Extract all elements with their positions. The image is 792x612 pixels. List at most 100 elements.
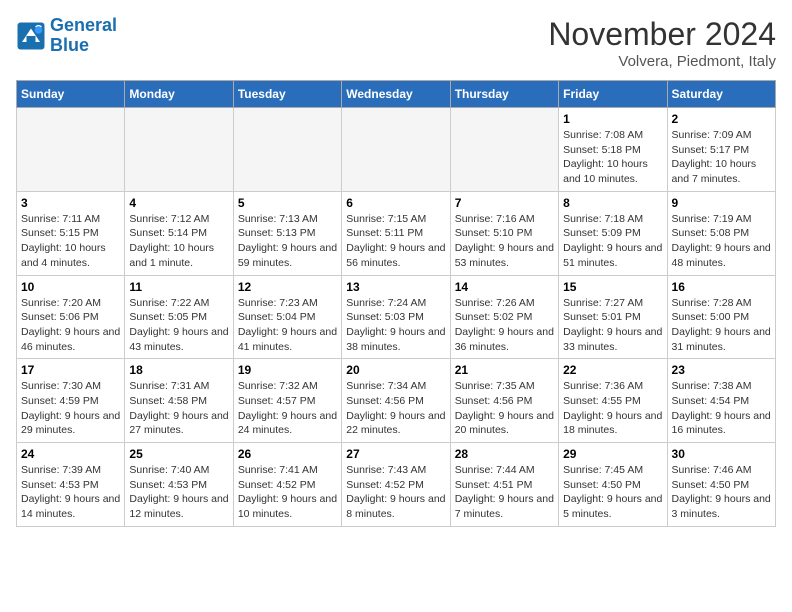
calendar-day-cell: 17 Sunrise: 7:30 AM Sunset: 4:59 PM Dayli… bbox=[17, 359, 125, 443]
day-info: Sunrise: 7:34 AM Sunset: 4:56 PM Dayligh… bbox=[346, 379, 445, 438]
day-number: 21 bbox=[455, 363, 554, 377]
day-info: Sunrise: 7:43 AM Sunset: 4:52 PM Dayligh… bbox=[346, 463, 445, 522]
logo-icon bbox=[16, 21, 46, 51]
day-number: 13 bbox=[346, 280, 445, 294]
weekday-header-row: SundayMondayTuesdayWednesdayThursdayFrid… bbox=[17, 81, 776, 108]
weekday-header-cell: Thursday bbox=[450, 81, 558, 108]
day-number: 4 bbox=[129, 196, 228, 210]
calendar-week-row: 10 Sunrise: 7:20 AM Sunset: 5:06 PM Dayli… bbox=[17, 275, 776, 359]
day-info: Sunrise: 7:32 AM Sunset: 4:57 PM Dayligh… bbox=[238, 379, 337, 438]
calendar-week-row: 3 Sunrise: 7:11 AM Sunset: 5:15 PM Daylig… bbox=[17, 191, 776, 275]
day-number: 19 bbox=[238, 363, 337, 377]
day-info: Sunrise: 7:22 AM Sunset: 5:05 PM Dayligh… bbox=[129, 296, 228, 355]
day-number: 12 bbox=[238, 280, 337, 294]
day-info: Sunrise: 7:27 AM Sunset: 5:01 PM Dayligh… bbox=[563, 296, 662, 355]
day-number: 1 bbox=[563, 112, 662, 126]
day-number: 20 bbox=[346, 363, 445, 377]
weekday-header-cell: Saturday bbox=[667, 81, 775, 108]
calendar-day-cell bbox=[342, 108, 450, 192]
day-info: Sunrise: 7:39 AM Sunset: 4:53 PM Dayligh… bbox=[21, 463, 120, 522]
day-number: 24 bbox=[21, 447, 120, 461]
day-number: 8 bbox=[563, 196, 662, 210]
calendar-day-cell: 28 Sunrise: 7:44 AM Sunset: 4:51 PM Dayli… bbox=[450, 443, 558, 527]
day-number: 10 bbox=[21, 280, 120, 294]
calendar-day-cell: 3 Sunrise: 7:11 AM Sunset: 5:15 PM Daylig… bbox=[17, 191, 125, 275]
calendar-day-cell: 23 Sunrise: 7:38 AM Sunset: 4:54 PM Dayli… bbox=[667, 359, 775, 443]
day-number: 28 bbox=[455, 447, 554, 461]
day-number: 18 bbox=[129, 363, 228, 377]
day-info: Sunrise: 7:45 AM Sunset: 4:50 PM Dayligh… bbox=[563, 463, 662, 522]
title-block: November 2024 Volvera, Piedmont, Italy bbox=[548, 16, 776, 70]
calendar-day-cell: 5Sunrise: 7:13 AM Sunset: 5:13 PM Daylig… bbox=[233, 191, 341, 275]
day-number: 15 bbox=[563, 280, 662, 294]
calendar-day-cell bbox=[450, 108, 558, 192]
calendar-day-cell: 26 Sunrise: 7:41 AM Sunset: 4:52 PM Dayli… bbox=[233, 443, 341, 527]
calendar-day-cell: 15 Sunrise: 7:27 AM Sunset: 5:01 PM Dayli… bbox=[559, 275, 667, 359]
day-number: 22 bbox=[563, 363, 662, 377]
calendar-day-cell: 9 Sunrise: 7:19 AM Sunset: 5:08 PM Daylig… bbox=[667, 191, 775, 275]
day-info: Sunrise: 7:35 AM Sunset: 4:56 PM Dayligh… bbox=[455, 379, 554, 438]
calendar-day-cell: 1Sunrise: 7:08 AM Sunset: 5:18 PM Daylig… bbox=[559, 108, 667, 192]
day-number: 2 bbox=[672, 112, 771, 126]
page-header: General Blue November 2024 Volvera, Pied… bbox=[16, 16, 776, 70]
calendar-day-cell: 22 Sunrise: 7:36 AM Sunset: 4:55 PM Dayli… bbox=[559, 359, 667, 443]
calendar-day-cell: 8Sunrise: 7:18 AM Sunset: 5:09 PM Daylig… bbox=[559, 191, 667, 275]
calendar-table: SundayMondayTuesdayWednesdayThursdayFrid… bbox=[16, 80, 776, 527]
weekday-header-cell: Monday bbox=[125, 81, 233, 108]
day-number: 17 bbox=[21, 363, 120, 377]
day-info: Sunrise: 7:15 AM Sunset: 5:11 PM Dayligh… bbox=[346, 212, 445, 271]
day-info: Sunrise: 7:11 AM Sunset: 5:15 PM Dayligh… bbox=[21, 212, 120, 271]
day-info: Sunrise: 7:24 AM Sunset: 5:03 PM Dayligh… bbox=[346, 296, 445, 355]
logo-text: General Blue bbox=[50, 16, 117, 56]
day-info: Sunrise: 7:19 AM Sunset: 5:08 PM Dayligh… bbox=[672, 212, 771, 271]
day-info: Sunrise: 7:46 AM Sunset: 4:50 PM Dayligh… bbox=[672, 463, 771, 522]
day-info: Sunrise: 7:09 AM Sunset: 5:17 PM Dayligh… bbox=[672, 128, 771, 187]
day-number: 26 bbox=[238, 447, 337, 461]
day-info: Sunrise: 7:38 AM Sunset: 4:54 PM Dayligh… bbox=[672, 379, 771, 438]
location-subtitle: Volvera, Piedmont, Italy bbox=[548, 53, 776, 70]
calendar-week-row: 24 Sunrise: 7:39 AM Sunset: 4:53 PM Dayli… bbox=[17, 443, 776, 527]
day-info: Sunrise: 7:20 AM Sunset: 5:06 PM Dayligh… bbox=[21, 296, 120, 355]
day-number: 30 bbox=[672, 447, 771, 461]
day-info: Sunrise: 7:31 AM Sunset: 4:58 PM Dayligh… bbox=[129, 379, 228, 438]
calendar-day-cell: 29 Sunrise: 7:45 AM Sunset: 4:50 PM Dayli… bbox=[559, 443, 667, 527]
day-number: 27 bbox=[346, 447, 445, 461]
day-info: Sunrise: 7:16 AM Sunset: 5:10 PM Dayligh… bbox=[455, 212, 554, 271]
calendar-day-cell: 2 Sunrise: 7:09 AM Sunset: 5:17 PM Daylig… bbox=[667, 108, 775, 192]
day-info: Sunrise: 7:36 AM Sunset: 4:55 PM Dayligh… bbox=[563, 379, 662, 438]
calendar-day-cell: 20 Sunrise: 7:34 AM Sunset: 4:56 PM Dayli… bbox=[342, 359, 450, 443]
calendar-body: 1Sunrise: 7:08 AM Sunset: 5:18 PM Daylig… bbox=[17, 108, 776, 527]
calendar-day-cell: 24 Sunrise: 7:39 AM Sunset: 4:53 PM Dayli… bbox=[17, 443, 125, 527]
calendar-day-cell: 27 Sunrise: 7:43 AM Sunset: 4:52 PM Dayli… bbox=[342, 443, 450, 527]
day-number: 11 bbox=[129, 280, 228, 294]
day-number: 25 bbox=[129, 447, 228, 461]
day-info: Sunrise: 7:40 AM Sunset: 4:53 PM Dayligh… bbox=[129, 463, 228, 522]
day-number: 14 bbox=[455, 280, 554, 294]
day-info: Sunrise: 7:44 AM Sunset: 4:51 PM Dayligh… bbox=[455, 463, 554, 522]
day-number: 23 bbox=[672, 363, 771, 377]
day-number: 9 bbox=[672, 196, 771, 210]
day-info: Sunrise: 7:28 AM Sunset: 5:00 PM Dayligh… bbox=[672, 296, 771, 355]
day-number: 3 bbox=[21, 196, 120, 210]
weekday-header-cell: Wednesday bbox=[342, 81, 450, 108]
calendar-day-cell: 30 Sunrise: 7:46 AM Sunset: 4:50 PM Dayli… bbox=[667, 443, 775, 527]
calendar-day-cell: 19 Sunrise: 7:32 AM Sunset: 4:57 PM Dayli… bbox=[233, 359, 341, 443]
day-number: 6 bbox=[346, 196, 445, 210]
day-info: Sunrise: 7:26 AM Sunset: 5:02 PM Dayligh… bbox=[455, 296, 554, 355]
weekday-header-cell: Sunday bbox=[17, 81, 125, 108]
logo: General Blue bbox=[16, 16, 117, 56]
logo-line2: Blue bbox=[50, 35, 89, 55]
day-info: Sunrise: 7:41 AM Sunset: 4:52 PM Dayligh… bbox=[238, 463, 337, 522]
day-number: 29 bbox=[563, 447, 662, 461]
calendar-day-cell: 21 Sunrise: 7:35 AM Sunset: 4:56 PM Dayli… bbox=[450, 359, 558, 443]
day-number: 16 bbox=[672, 280, 771, 294]
logo-line1: General bbox=[50, 15, 117, 35]
day-info: Sunrise: 7:30 AM Sunset: 4:59 PM Dayligh… bbox=[21, 379, 120, 438]
calendar-day-cell: 4Sunrise: 7:12 AM Sunset: 5:14 PM Daylig… bbox=[125, 191, 233, 275]
calendar-day-cell: 11 Sunrise: 7:22 AM Sunset: 5:05 PM Dayli… bbox=[125, 275, 233, 359]
calendar-day-cell: 18 Sunrise: 7:31 AM Sunset: 4:58 PM Dayli… bbox=[125, 359, 233, 443]
calendar-day-cell: 13 Sunrise: 7:24 AM Sunset: 5:03 PM Dayli… bbox=[342, 275, 450, 359]
calendar-day-cell: 12Sunrise: 7:23 AM Sunset: 5:04 PM Dayli… bbox=[233, 275, 341, 359]
calendar-day-cell: 25 Sunrise: 7:40 AM Sunset: 4:53 PM Dayli… bbox=[125, 443, 233, 527]
calendar-day-cell: 6 Sunrise: 7:15 AM Sunset: 5:11 PM Daylig… bbox=[342, 191, 450, 275]
